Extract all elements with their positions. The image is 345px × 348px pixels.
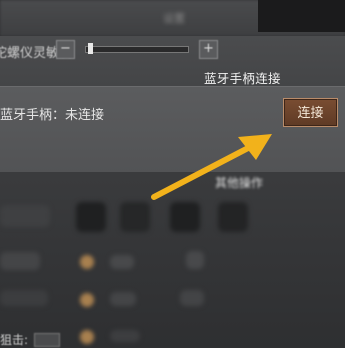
- option-block[interactable]: [186, 251, 204, 269]
- option-square[interactable]: [218, 202, 248, 232]
- option-block: [110, 330, 140, 342]
- decrease-button[interactable]: −: [56, 40, 75, 59]
- option-square[interactable]: [170, 202, 200, 232]
- option-dot[interactable]: [80, 255, 94, 269]
- option-dot[interactable]: [80, 330, 94, 344]
- bluetooth-status-label: 蓝牙手柄：未连接: [0, 108, 105, 123]
- sensitivity-slider[interactable]: [85, 46, 189, 53]
- option-square[interactable]: [76, 202, 106, 232]
- sniper-option-chip[interactable]: [34, 333, 60, 347]
- increase-button[interactable]: +: [199, 40, 218, 59]
- page-title: 设置: [163, 12, 185, 25]
- row-label-block: [0, 290, 48, 306]
- option-block[interactable]: [180, 290, 204, 306]
- sniper-label: 狙击:: [0, 333, 29, 347]
- option-block: [110, 292, 136, 306]
- row-label-block: [0, 252, 40, 270]
- other-operations-title: 其他操作: [215, 176, 264, 190]
- bluetooth-section-title: 蓝牙手柄连接: [204, 71, 281, 86]
- option-dot[interactable]: [80, 293, 94, 307]
- connect-button[interactable]: 连接: [283, 98, 338, 127]
- option-block: [110, 255, 134, 269]
- slider-handle[interactable]: [88, 43, 93, 54]
- top-right-panel: [258, 0, 345, 32]
- option-square[interactable]: [120, 202, 150, 232]
- row-label-block: [0, 205, 50, 227]
